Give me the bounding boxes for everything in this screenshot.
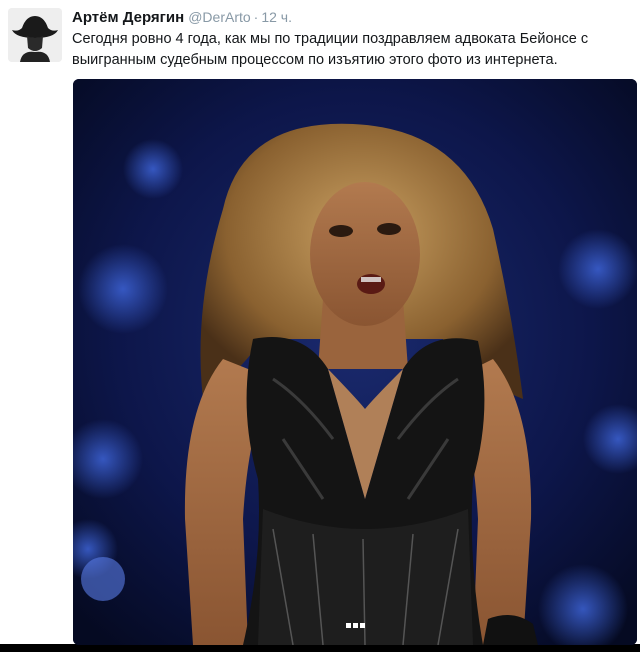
pager-dot (352, 623, 358, 628)
pager-dot (345, 623, 351, 628)
pager-dot (359, 623, 365, 628)
photo-image (73, 79, 637, 645)
author-handle[interactable]: @DerArto (188, 9, 250, 25)
tweet-media[interactable] (73, 79, 637, 645)
tweet-time[interactable]: 12 ч. (261, 9, 292, 25)
tweet-text: Сегодня ровно 4 года, как мы по традиции… (72, 31, 589, 68)
tweet-card: Артём Дерягин @DerArto · 12 ч. Сегодня ровн… (0, 0, 640, 648)
avatar[interactable] (8, 8, 62, 62)
tweet-header: Артём Дерягин @DerArto · 12 ч. (72, 9, 632, 29)
media-pager[interactable] (73, 615, 637, 633)
separator-dot: · (253, 9, 259, 25)
avatar-icon (8, 8, 62, 62)
author-name[interactable]: Артём Дерягин (72, 9, 184, 26)
